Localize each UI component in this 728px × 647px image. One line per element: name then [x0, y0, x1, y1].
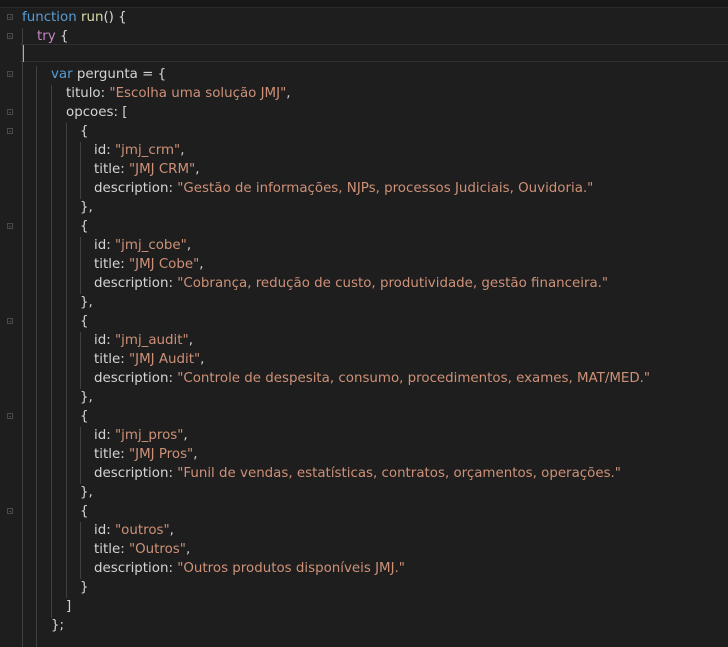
indent-guide	[80, 332, 81, 389]
string-value: "Funil de vendas, estatísticas, contrato…	[177, 466, 621, 481]
keyword: function	[22, 10, 77, 25]
code-line-description: description: "Outros produtos disponívei…	[94, 561, 405, 576]
code-line-title: title: "JMJ Audit",	[94, 352, 205, 367]
code-line-description: description: "Gestão de informações, NJP…	[94, 181, 594, 196]
punctuation: = {	[137, 67, 167, 82]
string-value: "Escolha uma solução JMJ"	[109, 86, 287, 101]
indent-guide	[22, 28, 23, 647]
code-line-2: try {	[37, 27, 68, 46]
property-key: titulo	[66, 86, 101, 101]
fold-icon[interactable]	[7, 318, 13, 324]
string-value: "jmj_audit"	[115, 333, 189, 348]
code-line-close: },	[80, 485, 93, 500]
code-line-1: function run() {	[22, 8, 127, 27]
code-line-description: description: "Funil de vendas, estatísti…	[94, 466, 621, 481]
indent-guide	[80, 142, 81, 199]
keyword: try	[37, 29, 56, 44]
indent-guide	[80, 522, 81, 579]
code-line-close: },	[80, 295, 93, 310]
property-key: opcoes	[66, 105, 114, 120]
code-editor[interactable]: function run() { try { var pergunta = { …	[0, 0, 728, 647]
fold-icon[interactable]	[7, 14, 13, 20]
indent-guide	[66, 123, 67, 598]
variable-name: pergunta	[76, 67, 138, 82]
string-value: "Cobrança, redução de custo, produtivida…	[177, 276, 609, 291]
code-line-close: },	[80, 200, 93, 215]
code-line-id: id: "jmj_pros",	[94, 428, 188, 443]
code-line-id: id: "jmj_cobe",	[94, 238, 192, 253]
editor-gutter	[0, 0, 18, 647]
code-line-6: opcoes: [	[66, 103, 127, 122]
fold-icon[interactable]	[7, 508, 13, 514]
editor-top-strip	[0, 0, 728, 8]
code-line-open: {	[80, 219, 89, 234]
fold-icon[interactable]	[7, 128, 13, 134]
indent-guide	[36, 66, 37, 647]
string-value: "Controle de despesita, consumo, procedi…	[177, 371, 651, 386]
code-line-id: id: "jmj_crm",	[94, 143, 185, 158]
fold-icon[interactable]	[7, 223, 13, 229]
code-line-title: title: "JMJ CRM",	[94, 162, 200, 177]
current-line-highlight	[20, 44, 728, 62]
string-value: "JMJ Audit"	[128, 352, 201, 367]
fold-icon[interactable]	[7, 71, 13, 77]
code-line-5: titulo: "Escolha uma solução JMJ",	[66, 86, 291, 101]
string-value: "JMJ Pros"	[128, 447, 194, 462]
code-line-close: },	[80, 390, 93, 405]
code-line-id: id: "jmj_audit",	[94, 333, 193, 348]
code-line-open: {	[80, 314, 89, 329]
function-name: run	[80, 10, 104, 25]
code-line-title: title: "JMJ Pros",	[94, 447, 198, 462]
code-line-4: var pergunta = {	[51, 65, 166, 84]
fold-icon[interactable]	[7, 109, 13, 115]
string-value: "jmj_cobe"	[115, 238, 187, 253]
string-value: "jmj_pros"	[115, 428, 184, 443]
code-line-close: }	[80, 580, 89, 595]
string-value: "Outros"	[128, 542, 186, 557]
code-line-close-object: };	[51, 618, 65, 633]
code-line-title: title: "JMJ Cobe",	[94, 257, 204, 272]
fold-icon[interactable]	[7, 33, 13, 39]
indent-guide	[80, 427, 81, 484]
string-value: "JMJ Cobe"	[128, 257, 200, 272]
code-line-id: id: "outros",	[94, 523, 174, 538]
string-value: "Gestão de informações, NJPs, processos …	[177, 181, 594, 196]
indent-guide	[80, 237, 81, 294]
code-line-title: title: "Outros",	[94, 542, 191, 557]
string-value: "outros"	[115, 523, 170, 538]
punctuation: () {	[103, 10, 127, 25]
string-value: "Outros produtos disponíveis JMJ."	[177, 561, 405, 576]
code-line-description: description: "Controle de despesita, con…	[94, 371, 651, 386]
string-value: "JMJ CRM"	[128, 162, 196, 177]
indent-guide	[51, 85, 52, 618]
punctuation: {	[55, 29, 69, 44]
code-line-open: {	[80, 124, 89, 139]
keyword: var	[51, 67, 73, 82]
code-line-open: {	[80, 409, 89, 424]
punctuation: : [	[113, 105, 128, 120]
code-line-open: {	[80, 504, 89, 519]
code-line-description: description: "Cobrança, redução de custo…	[94, 276, 609, 291]
string-value: "jmj_crm"	[115, 143, 181, 158]
fold-icon[interactable]	[7, 413, 13, 419]
code-line-close-bracket: ]	[66, 599, 72, 614]
